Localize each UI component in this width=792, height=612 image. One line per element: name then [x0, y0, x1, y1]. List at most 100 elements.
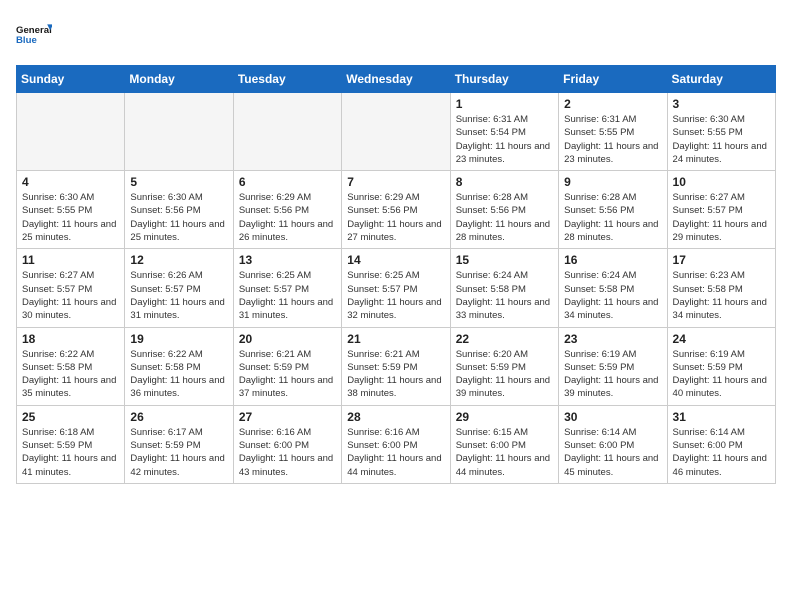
calendar-week-row: 4 Sunrise: 6:30 AMSunset: 5:55 PMDaylight…: [17, 171, 776, 249]
calendar-day-cell: 28 Sunrise: 6:16 AMSunset: 6:00 PMDayligh…: [342, 405, 450, 483]
day-info: Sunrise: 6:23 AMSunset: 5:58 PMDaylight:…: [673, 269, 770, 322]
calendar-day-cell: 4 Sunrise: 6:30 AMSunset: 5:55 PMDaylight…: [17, 171, 125, 249]
calendar-day-cell: [125, 93, 233, 171]
svg-text:General: General: [16, 25, 52, 36]
weekday-header: Monday: [125, 66, 233, 93]
day-number: 30: [564, 410, 661, 424]
day-info: Sunrise: 6:30 AMSunset: 5:56 PMDaylight:…: [130, 191, 227, 244]
day-info: Sunrise: 6:16 AMSunset: 6:00 PMDaylight:…: [239, 426, 336, 479]
day-number: 13: [239, 253, 336, 267]
day-number: 23: [564, 332, 661, 346]
calendar-day-cell: 27 Sunrise: 6:16 AMSunset: 6:00 PMDayligh…: [233, 405, 341, 483]
calendar-day-cell: [233, 93, 341, 171]
day-number: 17: [673, 253, 770, 267]
day-number: 1: [456, 97, 553, 111]
day-number: 31: [673, 410, 770, 424]
day-info: Sunrise: 6:28 AMSunset: 5:56 PMDaylight:…: [456, 191, 553, 244]
calendar-day-cell: 2 Sunrise: 6:31 AMSunset: 5:55 PMDaylight…: [559, 93, 667, 171]
day-number: 12: [130, 253, 227, 267]
day-number: 27: [239, 410, 336, 424]
day-number: 4: [22, 175, 119, 189]
calendar-day-cell: 10 Sunrise: 6:27 AMSunset: 5:57 PMDayligh…: [667, 171, 775, 249]
day-info: Sunrise: 6:15 AMSunset: 6:00 PMDaylight:…: [456, 426, 553, 479]
weekday-header-row: SundayMondayTuesdayWednesdayThursdayFrid…: [17, 66, 776, 93]
calendar-day-cell: 5 Sunrise: 6:30 AMSunset: 5:56 PMDaylight…: [125, 171, 233, 249]
calendar-day-cell: 1 Sunrise: 6:31 AMSunset: 5:54 PMDaylight…: [450, 93, 558, 171]
day-info: Sunrise: 6:22 AMSunset: 5:58 PMDaylight:…: [130, 348, 227, 401]
calendar-day-cell: 19 Sunrise: 6:22 AMSunset: 5:58 PMDayligh…: [125, 327, 233, 405]
calendar-day-cell: 23Sunrise: 6:19 AMSunset: 5:59 PMDayligh…: [559, 327, 667, 405]
calendar-day-cell: 29 Sunrise: 6:15 AMSunset: 6:00 PMDayligh…: [450, 405, 558, 483]
day-info: Sunrise: 6:24 AMSunset: 5:58 PMDaylight:…: [456, 269, 553, 322]
day-number: 2: [564, 97, 661, 111]
day-info: Sunrise: 6:27 AMSunset: 5:57 PMDaylight:…: [22, 269, 119, 322]
calendar-day-cell: 14 Sunrise: 6:25 AMSunset: 5:57 PMDayligh…: [342, 249, 450, 327]
svg-text:Blue: Blue: [16, 35, 37, 46]
calendar-day-cell: 20 Sunrise: 6:21 AMSunset: 5:59 PMDayligh…: [233, 327, 341, 405]
day-info: Sunrise: 6:31 AMSunset: 5:55 PMDaylight:…: [564, 113, 661, 166]
calendar-day-cell: 3 Sunrise: 6:30 AMSunset: 5:55 PMDaylight…: [667, 93, 775, 171]
day-number: 3: [673, 97, 770, 111]
day-info: Sunrise: 6:24 AMSunset: 5:58 PMDaylight:…: [564, 269, 661, 322]
day-info: Sunrise: 6:14 AMSunset: 6:00 PMDaylight:…: [564, 426, 661, 479]
calendar-week-row: 11Sunrise: 6:27 AMSunset: 5:57 PMDayligh…: [17, 249, 776, 327]
calendar-week-row: 18 Sunrise: 6:22 AMSunset: 5:58 PMDayligh…: [17, 327, 776, 405]
day-number: 8: [456, 175, 553, 189]
day-number: 10: [673, 175, 770, 189]
weekday-header: Friday: [559, 66, 667, 93]
calendar-day-cell: 26 Sunrise: 6:17 AMSunset: 5:59 PMDayligh…: [125, 405, 233, 483]
calendar-week-row: 1 Sunrise: 6:31 AMSunset: 5:54 PMDaylight…: [17, 93, 776, 171]
calendar-day-cell: 24Sunrise: 6:19 AMSunset: 5:59 PMDayligh…: [667, 327, 775, 405]
day-info: Sunrise: 6:14 AMSunset: 6:00 PMDaylight:…: [673, 426, 770, 479]
weekday-header: Thursday: [450, 66, 558, 93]
calendar-day-cell: 8 Sunrise: 6:28 AMSunset: 5:56 PMDaylight…: [450, 171, 558, 249]
day-info: Sunrise: 6:29 AMSunset: 5:56 PMDaylight:…: [239, 191, 336, 244]
calendar-day-cell: 30 Sunrise: 6:14 AMSunset: 6:00 PMDayligh…: [559, 405, 667, 483]
day-number: 26: [130, 410, 227, 424]
calendar-week-row: 25 Sunrise: 6:18 AMSunset: 5:59 PMDayligh…: [17, 405, 776, 483]
logo: General Blue: [16, 16, 52, 57]
calendar-day-cell: 25 Sunrise: 6:18 AMSunset: 5:59 PMDayligh…: [17, 405, 125, 483]
day-number: 16: [564, 253, 661, 267]
day-info: Sunrise: 6:30 AMSunset: 5:55 PMDaylight:…: [22, 191, 119, 244]
calendar-day-cell: 18Sunrise: 6:22 AMSunset: 5:58 PMDayligh…: [17, 327, 125, 405]
day-number: 7: [347, 175, 444, 189]
day-number: 18: [22, 332, 119, 346]
calendar-day-cell: 9 Sunrise: 6:28 AMSunset: 5:56 PMDaylight…: [559, 171, 667, 249]
day-info: Sunrise: 6:21 AMSunset: 5:59 PMDaylight:…: [239, 348, 336, 401]
calendar-table: SundayMondayTuesdayWednesdayThursdayFrid…: [16, 65, 776, 484]
day-info: Sunrise: 6:27 AMSunset: 5:57 PMDaylight:…: [673, 191, 770, 244]
calendar-day-cell: 16 Sunrise: 6:24 AMSunset: 5:58 PMDayligh…: [559, 249, 667, 327]
calendar-day-cell: 15Sunrise: 6:24 AMSunset: 5:58 PMDayligh…: [450, 249, 558, 327]
calendar-day-cell: 6Sunrise: 6:29 AMSunset: 5:56 PMDaylight…: [233, 171, 341, 249]
day-number: 9: [564, 175, 661, 189]
day-info: Sunrise: 6:31 AMSunset: 5:54 PMDaylight:…: [456, 113, 553, 166]
day-number: 22: [456, 332, 553, 346]
day-info: Sunrise: 6:28 AMSunset: 5:56 PMDaylight:…: [564, 191, 661, 244]
calendar-day-cell: 31 Sunrise: 6:14 AMSunset: 6:00 PMDayligh…: [667, 405, 775, 483]
day-number: 25: [22, 410, 119, 424]
day-number: 28: [347, 410, 444, 424]
day-info: Sunrise: 6:20 AMSunset: 5:59 PMDaylight:…: [456, 348, 553, 401]
day-info: Sunrise: 6:17 AMSunset: 5:59 PMDaylight:…: [130, 426, 227, 479]
day-number: 20: [239, 332, 336, 346]
day-number: 29: [456, 410, 553, 424]
calendar-day-cell: 17 Sunrise: 6:23 AMSunset: 5:58 PMDayligh…: [667, 249, 775, 327]
day-number: 21: [347, 332, 444, 346]
day-number: 19: [130, 332, 227, 346]
day-info: Sunrise: 6:18 AMSunset: 5:59 PMDaylight:…: [22, 426, 119, 479]
weekday-header: Tuesday: [233, 66, 341, 93]
calendar-day-cell: 13Sunrise: 6:25 AMSunset: 5:57 PMDayligh…: [233, 249, 341, 327]
page-header: General Blue: [16, 16, 776, 57]
weekday-header: Sunday: [17, 66, 125, 93]
day-info: Sunrise: 6:30 AMSunset: 5:55 PMDaylight:…: [673, 113, 770, 166]
day-info: Sunrise: 6:25 AMSunset: 5:57 PMDaylight:…: [347, 269, 444, 322]
day-number: 5: [130, 175, 227, 189]
day-info: Sunrise: 6:29 AMSunset: 5:56 PMDaylight:…: [347, 191, 444, 244]
day-info: Sunrise: 6:16 AMSunset: 6:00 PMDaylight:…: [347, 426, 444, 479]
calendar-day-cell: [17, 93, 125, 171]
day-number: 14: [347, 253, 444, 267]
day-info: Sunrise: 6:21 AMSunset: 5:59 PMDaylight:…: [347, 348, 444, 401]
day-info: Sunrise: 6:19 AMSunset: 5:59 PMDaylight:…: [673, 348, 770, 401]
calendar-day-cell: 12Sunrise: 6:26 AMSunset: 5:57 PMDayligh…: [125, 249, 233, 327]
